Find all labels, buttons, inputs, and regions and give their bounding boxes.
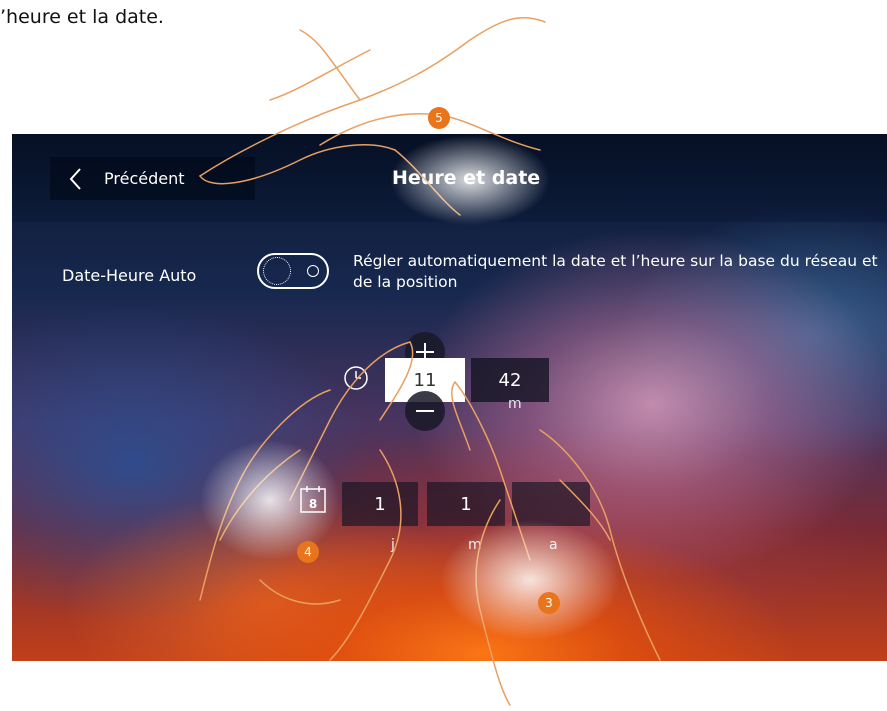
document-caption: ’heure et la date. — [0, 6, 164, 28]
year-field[interactable] — [512, 482, 590, 526]
device-screen: Précédent Heure et date Date-Heure Auto … — [12, 134, 887, 661]
day-unit-label: j — [391, 537, 395, 553]
year-unit-label: a — [549, 537, 558, 553]
auto-datetime-description: Régler automatiquement la date et l’heur… — [353, 252, 878, 291]
chevron-left-icon — [69, 167, 81, 190]
day-field[interactable]: 1 — [342, 482, 418, 526]
step-badge-5: 5 — [428, 107, 450, 129]
step-badge-3: 3 — [538, 592, 560, 614]
month-field[interactable]: 1 — [427, 482, 505, 526]
auto-datetime-label: Date-Heure Auto — [62, 266, 197, 285]
toggle-touch-indicator — [263, 257, 291, 285]
top-bar: Précédent Heure et date — [12, 134, 887, 222]
back-button-label: Précédent — [104, 169, 185, 188]
toggle-knob — [307, 265, 319, 277]
decrement-button[interactable] — [405, 391, 445, 431]
page-title: Heure et date — [392, 167, 541, 189]
back-button[interactable]: Précédent — [50, 157, 255, 200]
auto-datetime-toggle[interactable] — [257, 253, 329, 289]
minus-icon — [416, 410, 434, 412]
month-unit-label: m — [468, 537, 482, 553]
step-badge-4: 4 — [297, 541, 319, 563]
clock-icon — [344, 366, 368, 390]
calendar-icon: 8 — [300, 486, 326, 513]
minute-unit-label: m — [508, 396, 522, 412]
calendar-icon-number: 8 — [309, 497, 317, 511]
